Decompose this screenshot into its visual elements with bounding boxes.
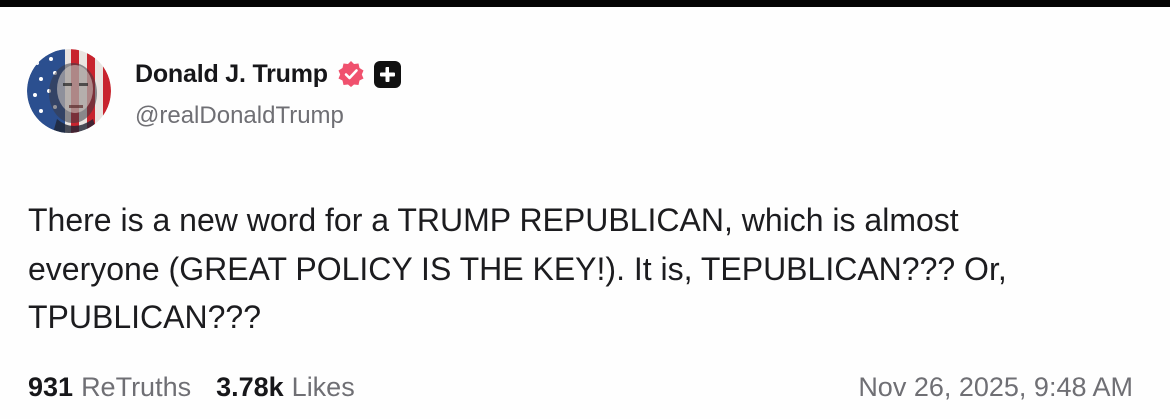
likes-label: Likes <box>291 372 355 402</box>
retruths-count: 931 <box>28 372 74 402</box>
author-name-row: Donald J. Trump <box>135 59 401 89</box>
author-handle[interactable]: @realDonaldTrump <box>135 102 344 130</box>
post-timestamp[interactable]: Nov 26, 2025, 9:48 AM <box>858 372 1133 403</box>
post-line: everyone (GREAT POLICY IS THE KEY!). It … <box>28 250 1007 287</box>
author-display-name[interactable]: Donald J. Trump <box>135 60 328 89</box>
likes-count: 3.78k <box>216 372 284 402</box>
retruths-label: ReTruths <box>81 372 192 402</box>
avatar-image <box>27 49 111 133</box>
plus-badge-icon <box>373 60 401 88</box>
verified-badge-icon <box>337 60 365 88</box>
likes-stat[interactable]: 3.78k Likes <box>216 372 355 403</box>
post-stats: 931 ReTruths 3.78k Likes <box>28 372 355 403</box>
retruths-stat[interactable]: 931 ReTruths <box>28 372 191 403</box>
top-bar <box>0 0 1170 7</box>
avatar[interactable] <box>27 49 111 133</box>
post-body: There is a new word for a TRUMP REPUBLIC… <box>28 196 1148 342</box>
post-line: There is a new word for a TRUMP REPUBLIC… <box>28 202 959 238</box>
truth-post-card[interactable]: Donald J. Trump @realDonaldTrump There i… <box>0 7 1170 419</box>
post-line: TPUBLICAN??? <box>28 299 261 335</box>
